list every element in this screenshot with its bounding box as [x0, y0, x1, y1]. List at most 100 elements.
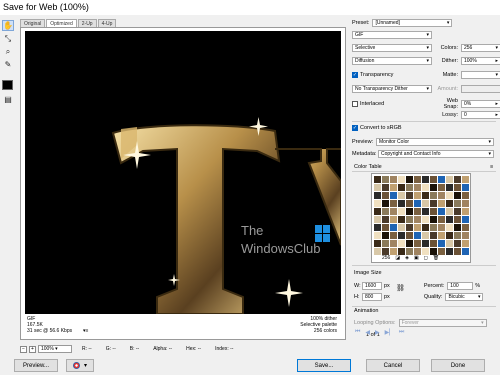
- color-swatch[interactable]: [454, 192, 461, 199]
- color-swatch[interactable]: [398, 192, 405, 199]
- color-swatch[interactable]: [390, 208, 397, 215]
- cancel-button[interactable]: Cancel: [366, 359, 420, 372]
- new-color-icon[interactable]: ◻: [424, 255, 428, 261]
- color-swatch[interactable]: [390, 248, 397, 255]
- color-swatch[interactable]: [406, 224, 413, 231]
- color-swatch[interactable]: [422, 232, 429, 239]
- color-swatch[interactable]: [398, 216, 405, 223]
- color-swatch[interactable]: [398, 208, 405, 215]
- zoom-out-button[interactable]: −: [20, 345, 27, 353]
- color-swatch[interactable]: [390, 232, 397, 239]
- zoom-in-button[interactable]: +: [29, 345, 36, 353]
- color-swatch[interactable]: [454, 208, 461, 215]
- lossy-select[interactable]: 0 ▸: [461, 111, 500, 119]
- save-button[interactable]: Save...: [297, 359, 351, 372]
- done-button[interactable]: Done: [431, 359, 485, 372]
- color-swatch[interactable]: [382, 248, 389, 255]
- color-swatch[interactable]: [414, 224, 421, 231]
- color-swatch[interactable]: [422, 224, 429, 231]
- color-swatch[interactable]: [462, 240, 469, 247]
- web-snap-select[interactable]: 0% ▸: [461, 100, 500, 108]
- color-swatch[interactable]: [414, 240, 421, 247]
- color-reduction-select[interactable]: Selective ▾: [352, 44, 432, 52]
- color-swatch[interactable]: [438, 240, 445, 247]
- file-format-select[interactable]: GIF ▾: [352, 31, 432, 39]
- preview-color-select[interactable]: Monitor Color ▾: [376, 138, 494, 146]
- color-swatch[interactable]: [438, 184, 445, 191]
- color-swatch[interactable]: [462, 200, 469, 207]
- color-swatch[interactable]: [438, 208, 445, 215]
- first-frame-icon[interactable]: ⏮: [355, 329, 360, 336]
- zoom-level-select[interactable]: 100% ▾: [38, 345, 72, 353]
- color-swatch[interactable]: [414, 200, 421, 207]
- color-swatch[interactable]: [430, 184, 437, 191]
- trash-icon[interactable]: 🗑: [433, 255, 439, 261]
- color-swatch[interactable]: [406, 232, 413, 239]
- color-swatch[interactable]: [430, 200, 437, 207]
- color-swatch[interactable]: [422, 200, 429, 207]
- metadata-select[interactable]: Copyright and Contact Info ▾: [378, 150, 494, 158]
- color-swatch[interactable]: [430, 232, 437, 239]
- color-swatch[interactable]: [374, 232, 381, 239]
- color-swatch[interactable]: [398, 200, 405, 207]
- color-swatch[interactable]: [438, 192, 445, 199]
- color-swatch[interactable]: [406, 192, 413, 199]
- color-swatch[interactable]: [430, 192, 437, 199]
- color-swatch[interactable]: [422, 208, 429, 215]
- color-swatch[interactable]: [414, 248, 421, 255]
- color-swatch[interactable]: [430, 176, 437, 183]
- transparency-checkbox[interactable]: ✓: [352, 72, 358, 78]
- color-swatch[interactable]: [390, 200, 397, 207]
- map-color-icon[interactable]: ◪: [395, 255, 400, 261]
- color-swatch[interactable]: [374, 224, 381, 231]
- color-swatch[interactable]: [390, 216, 397, 223]
- color-swatch[interactable]: [374, 216, 381, 223]
- preview-button[interactable]: Preview...: [14, 359, 58, 372]
- image-preview[interactable]: The WindowsClub: [25, 31, 341, 314]
- color-swatch[interactable]: [446, 216, 453, 223]
- color-swatch[interactable]: [414, 176, 421, 183]
- color-swatch[interactable]: [454, 200, 461, 207]
- color-swatch[interactable]: [446, 232, 453, 239]
- color-swatch[interactable]: [390, 176, 397, 183]
- color-swatch[interactable]: [398, 176, 405, 183]
- color-swatch[interactable]: [454, 216, 461, 223]
- colors-select[interactable]: 256 ▾: [461, 44, 500, 52]
- dither-algorithm-select[interactable]: Diffusion ▾: [352, 57, 432, 65]
- color-swatch[interactable]: [446, 248, 453, 255]
- color-swatch[interactable]: [414, 232, 421, 239]
- transparency-dither-select[interactable]: No Transparency Dither ▾: [352, 85, 432, 93]
- color-swatch[interactable]: [422, 176, 429, 183]
- color-swatch[interactable]: [462, 216, 469, 223]
- color-swatch[interactable]: [382, 200, 389, 207]
- color-swatch[interactable]: [406, 184, 413, 191]
- color-swatch[interactable]: [382, 192, 389, 199]
- eyedropper-color-swatch[interactable]: [2, 80, 13, 90]
- color-swatch[interactable]: [446, 184, 453, 191]
- download-time-menu-icon[interactable]: ▾≡: [83, 328, 88, 334]
- color-swatch[interactable]: [398, 232, 405, 239]
- color-swatch[interactable]: [462, 208, 469, 215]
- color-swatch[interactable]: [406, 240, 413, 247]
- color-swatch[interactable]: [430, 248, 437, 255]
- color-swatch[interactable]: [390, 192, 397, 199]
- color-swatch[interactable]: [438, 216, 445, 223]
- last-frame-icon[interactable]: ⏭: [399, 329, 404, 336]
- eyedropper-tool-icon[interactable]: ✎: [2, 59, 14, 70]
- color-swatch[interactable]: [382, 240, 389, 247]
- color-swatch[interactable]: [422, 192, 429, 199]
- color-swatch[interactable]: [374, 240, 381, 247]
- color-table-menu-icon[interactable]: ≡: [490, 164, 493, 170]
- web-shift-icon[interactable]: ◈: [405, 255, 409, 261]
- color-swatch[interactable]: [382, 176, 389, 183]
- color-swatch[interactable]: [422, 248, 429, 255]
- color-swatch[interactable]: [446, 200, 453, 207]
- color-swatch[interactable]: [406, 176, 413, 183]
- color-swatch[interactable]: [454, 232, 461, 239]
- color-swatch[interactable]: [382, 208, 389, 215]
- color-swatch[interactable]: [462, 184, 469, 191]
- color-swatch[interactable]: [430, 224, 437, 231]
- color-swatch[interactable]: [446, 240, 453, 247]
- color-swatch[interactable]: [422, 216, 429, 223]
- color-swatch[interactable]: [438, 176, 445, 183]
